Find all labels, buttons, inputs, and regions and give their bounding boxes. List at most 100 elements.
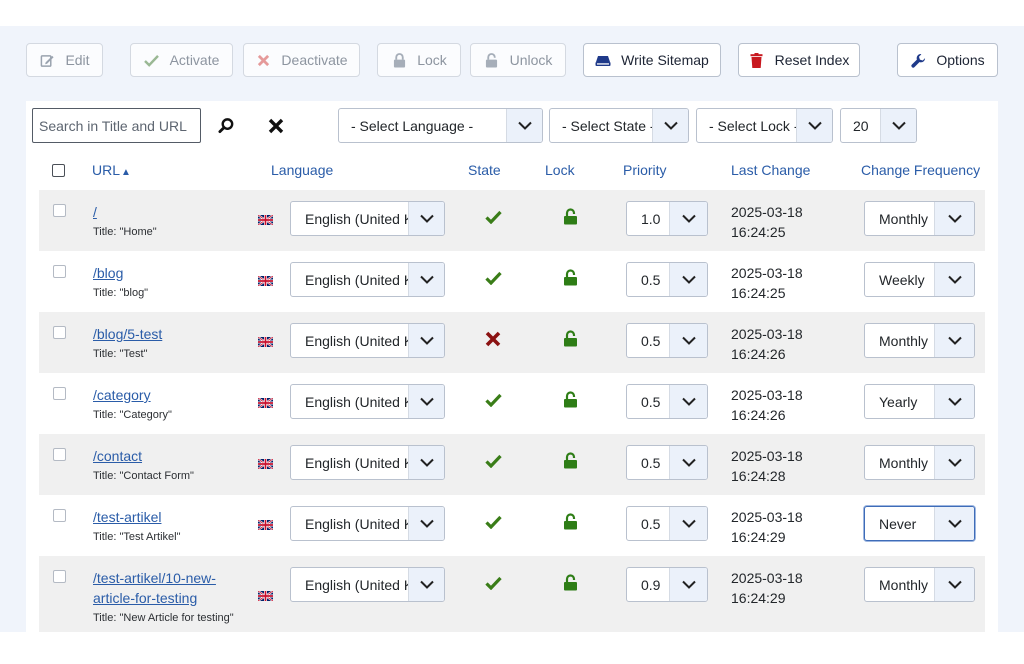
change-frequency-select[interactable]: Weekly	[864, 262, 975, 297]
priority-select[interactable]: 0.5	[626, 506, 708, 541]
table-row: /test-artikel/10-new-article-for-testing…	[39, 556, 985, 632]
change-frequency-select[interactable]: Monthly	[864, 323, 975, 358]
unlocked-icon[interactable]	[561, 329, 579, 347]
chevron-down-icon	[408, 507, 444, 540]
lock-button[interactable]: Lock	[377, 43, 461, 77]
language-select[interactable]: English (United Kingdom)	[290, 506, 445, 541]
priority-select[interactable]: 0.5	[626, 384, 708, 419]
url-link[interactable]: /blog/5-test	[93, 324, 162, 344]
column-header-url[interactable]: URL▲	[92, 162, 131, 178]
search-button[interactable]	[209, 108, 244, 143]
chevron-down-icon	[934, 507, 974, 540]
limit-select[interactable]: 20	[840, 108, 917, 143]
row-checkbox[interactable]	[53, 570, 66, 583]
state-active-check-icon[interactable]	[484, 269, 502, 287]
table-row: / Title: "Home" English (United Kingdom)…	[39, 190, 985, 251]
search-icon	[218, 118, 234, 134]
unlocked-icon[interactable]	[561, 390, 579, 408]
trash-icon	[749, 52, 765, 68]
language-select[interactable]: English (United Kingdom)	[290, 567, 445, 602]
last-change-datetime: 2025-03-18 16:24:29	[731, 568, 803, 608]
sitemap-icon	[595, 52, 611, 68]
change-frequency-select[interactable]: Never	[864, 506, 975, 541]
state-active-check-icon[interactable]	[484, 574, 502, 592]
uk-flag-icon	[258, 459, 273, 469]
url-link[interactable]: /blog	[93, 263, 123, 283]
column-header-language[interactable]: Language	[271, 162, 333, 178]
language-select[interactable]: English (United Kingdom)	[290, 323, 445, 358]
frequency-value: Monthly	[879, 210, 929, 227]
activate-button[interactable]: Activate	[130, 43, 233, 77]
language-select[interactable]: English (United Kingdom)	[290, 262, 445, 297]
row-checkbox[interactable]	[53, 265, 66, 278]
url-link[interactable]: /	[93, 202, 97, 222]
unlocked-icon[interactable]	[561, 268, 579, 286]
close-icon	[268, 118, 283, 133]
change-frequency-select[interactable]: Monthly	[864, 567, 975, 602]
uk-flag-icon	[258, 398, 273, 408]
page-title-text: Title: "Home"	[93, 226, 157, 238]
chevron-down-icon	[880, 109, 916, 142]
chevron-down-icon	[934, 446, 974, 479]
language-select[interactable]: English (United Kingdom)	[290, 384, 445, 419]
priority-select[interactable]: 0.5	[626, 262, 708, 297]
priority-select[interactable]: 0.5	[626, 323, 708, 358]
column-header-change-frequency[interactable]: Change Frequency	[861, 162, 980, 178]
state-active-check-icon[interactable]	[484, 208, 502, 226]
last-change-time: 16:24:26	[731, 346, 786, 362]
lock-filter-select[interactable]: - Select Lock -	[696, 108, 833, 143]
clear-search-button[interactable]	[258, 108, 293, 143]
deactivate-button[interactable]: Deactivate	[243, 43, 360, 77]
table-row: /test-artikel Title: "Test Artikel" Engl…	[39, 495, 985, 556]
last-change-time: 16:24:26	[731, 407, 786, 423]
column-header-state[interactable]: State	[468, 162, 501, 178]
change-frequency-select[interactable]: Monthly	[864, 445, 975, 480]
reset-index-button[interactable]: Reset Index	[738, 43, 860, 77]
state-active-check-icon[interactable]	[484, 452, 502, 470]
row-checkbox[interactable]	[53, 448, 66, 461]
change-frequency-select[interactable]: Monthly	[864, 201, 975, 236]
state-inactive-cross-icon[interactable]	[484, 330, 502, 348]
url-link[interactable]: /test-artikel	[93, 507, 161, 527]
state-active-check-icon[interactable]	[484, 513, 502, 531]
frequency-value: Weekly	[879, 271, 925, 288]
url-link[interactable]: /test-artikel/10-new-article-for-testing	[93, 568, 243, 608]
chevron-down-icon	[408, 202, 444, 235]
column-header-lock[interactable]: Lock	[545, 162, 575, 178]
unlocked-icon[interactable]	[561, 512, 579, 530]
url-link[interactable]: /contact	[93, 446, 142, 466]
language-filter-select[interactable]: - Select Language -	[338, 108, 543, 143]
unlocked-icon[interactable]	[561, 207, 579, 225]
chevron-down-icon	[934, 568, 974, 601]
priority-select[interactable]: 0.9	[626, 567, 708, 602]
column-header-priority[interactable]: Priority	[623, 162, 667, 178]
edit-icon	[39, 52, 55, 68]
activate-label: Activate	[169, 52, 220, 68]
state-filter-select[interactable]: - Select State -	[549, 108, 689, 143]
frequency-value: Monthly	[879, 454, 929, 471]
url-link[interactable]: /category	[93, 385, 151, 405]
state-active-check-icon[interactable]	[484, 391, 502, 409]
options-button[interactable]: Options	[897, 43, 998, 77]
edit-label: Edit	[65, 52, 90, 68]
language-select[interactable]: English (United Kingdom)	[290, 445, 445, 480]
priority-select[interactable]: 0.5	[626, 445, 708, 480]
row-checkbox[interactable]	[53, 204, 66, 217]
unlocked-icon[interactable]	[561, 451, 579, 469]
edit-button[interactable]: Edit	[26, 43, 103, 77]
column-header-last-change[interactable]: Last Change	[731, 162, 810, 178]
priority-select[interactable]: 1.0	[626, 201, 708, 236]
select-all-checkbox[interactable]	[52, 164, 65, 177]
row-checkbox[interactable]	[53, 326, 66, 339]
last-change-datetime: 2025-03-18 16:24:25	[731, 263, 803, 303]
write-sitemap-button[interactable]: Write Sitemap	[583, 43, 721, 77]
unlock-button[interactable]: Unlock	[470, 43, 566, 77]
language-select[interactable]: English (United Kingdom)	[290, 201, 445, 236]
row-checkbox[interactable]	[53, 387, 66, 400]
search-input[interactable]	[32, 108, 201, 143]
change-frequency-select[interactable]: Yearly	[864, 384, 975, 419]
row-checkbox[interactable]	[53, 509, 66, 522]
chevron-down-icon	[934, 263, 974, 296]
unlocked-icon[interactable]	[561, 573, 579, 591]
last-change-datetime: 2025-03-18 16:24:26	[731, 385, 803, 425]
